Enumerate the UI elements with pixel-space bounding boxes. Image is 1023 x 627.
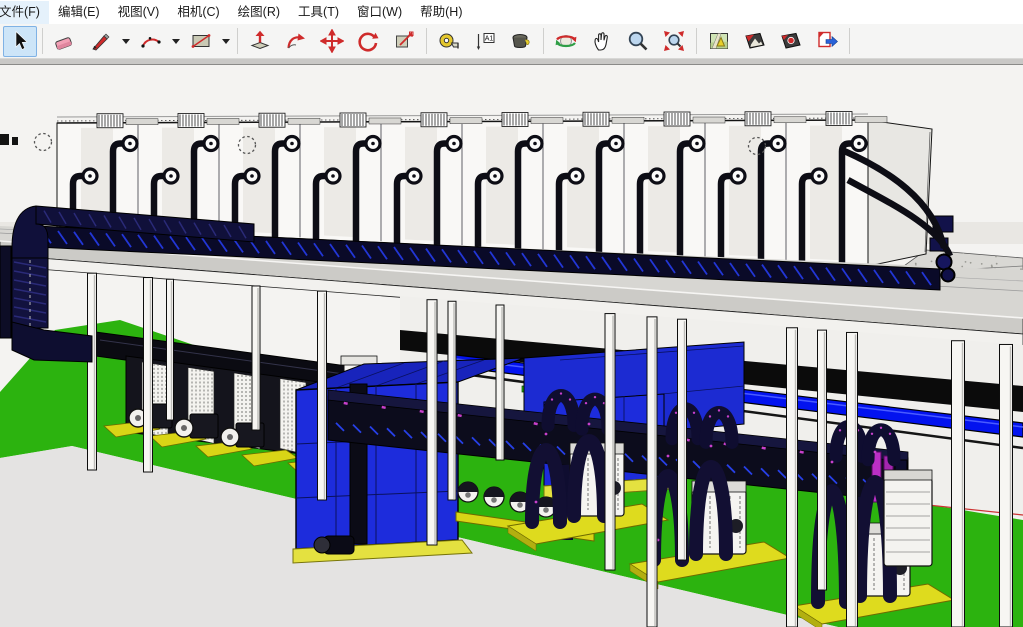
- toolbar-separator: [543, 28, 544, 54]
- photo-textures-icon: [779, 29, 803, 53]
- menu-item-2[interactable]: 视图(V): [109, 1, 169, 24]
- menu-item-3[interactable]: 相机(C): [168, 1, 228, 24]
- zoom-button[interactable]: [621, 26, 655, 57]
- chevron-down-icon: [122, 39, 130, 44]
- menu-item-5[interactable]: 工具(T): [289, 1, 348, 24]
- toolbar-separator: [237, 28, 238, 54]
- follow-me-button[interactable]: [279, 26, 313, 57]
- line-button[interactable]: [84, 26, 118, 57]
- menu-item-4[interactable]: 绘图(R): [229, 1, 289, 24]
- toolbar: A1: [0, 24, 1023, 59]
- share-model-icon: [815, 29, 839, 53]
- follow-me-icon: [284, 29, 308, 53]
- arc-dropdown-button[interactable]: [169, 27, 182, 56]
- zoom-extents-icon: [662, 29, 686, 53]
- svg-text:A1: A1: [485, 36, 494, 43]
- arc-button[interactable]: [134, 26, 168, 57]
- rectangle-button[interactable]: [184, 26, 218, 57]
- photo-textures-button[interactable]: [774, 26, 808, 57]
- eraser-button[interactable]: [48, 26, 82, 57]
- pan-button[interactable]: [585, 26, 619, 57]
- move-icon: [320, 29, 344, 53]
- pencil-icon: [89, 29, 113, 53]
- orbit-icon: [554, 29, 578, 53]
- paint-bucket-icon: [509, 29, 533, 53]
- arc-icon: [139, 29, 163, 53]
- menu-item-7[interactable]: 帮助(H): [411, 1, 471, 24]
- column: [448, 301, 456, 500]
- rotate-icon: [356, 29, 380, 53]
- scale-icon: [392, 29, 416, 53]
- chevron-down-icon: [222, 39, 230, 44]
- select-icon: [8, 29, 32, 53]
- chevron-down-icon: [172, 39, 180, 44]
- sketchup-window: 文件(F)编辑(E)视图(V)相机(C)绘图(R)工具(T)窗口(W)帮助(H)…: [0, 0, 1023, 627]
- eraser-icon: [53, 29, 77, 53]
- rotate-button[interactable]: [351, 26, 385, 57]
- toolbar-separator: [849, 28, 850, 54]
- menu-bar: 文件(F)编辑(E)视图(V)相机(C)绘图(R)工具(T)窗口(W)帮助(H): [0, 0, 1023, 25]
- rectangle-dropdown-button[interactable]: [219, 27, 232, 56]
- paint-bucket-button[interactable]: [504, 26, 538, 57]
- toggle-terrain-button[interactable]: [738, 26, 772, 57]
- add-location-button[interactable]: [702, 26, 736, 57]
- viewport-3d-model[interactable]: [0, 59, 1023, 627]
- move-button[interactable]: [315, 26, 349, 57]
- menu-item-6[interactable]: 窗口(W): [348, 1, 411, 24]
- toggle-terrain-icon: [743, 29, 767, 53]
- toolbar-separator: [426, 28, 427, 54]
- menu-item-0[interactable]: 文件(F): [0, 1, 49, 24]
- toolbar-separator: [42, 28, 43, 54]
- dimension-text-button[interactable]: A1: [468, 26, 502, 57]
- scale-button[interactable]: [387, 26, 421, 57]
- column: [496, 305, 504, 460]
- column: [167, 279, 174, 420]
- add-location-icon: [707, 29, 731, 53]
- tape-measure-icon: [437, 29, 461, 53]
- tape-measure-button[interactable]: [432, 26, 466, 57]
- select-button[interactable]: [3, 26, 37, 57]
- rectangle-icon: [189, 29, 213, 53]
- push-pull-icon: [248, 29, 272, 53]
- line-dropdown-button[interactable]: [119, 27, 132, 56]
- toolbar-separator: [696, 28, 697, 54]
- zoom-icon: [626, 29, 650, 53]
- menu-item-1[interactable]: 编辑(E): [49, 1, 109, 24]
- pan-icon: [590, 29, 614, 53]
- column: [252, 286, 260, 430]
- push-pull-button[interactable]: [243, 26, 277, 57]
- dimension-text-icon: A1: [473, 29, 497, 53]
- zoom-extents-button[interactable]: [657, 26, 691, 57]
- share-model-button[interactable]: [810, 26, 844, 57]
- orbit-button[interactable]: [549, 26, 583, 57]
